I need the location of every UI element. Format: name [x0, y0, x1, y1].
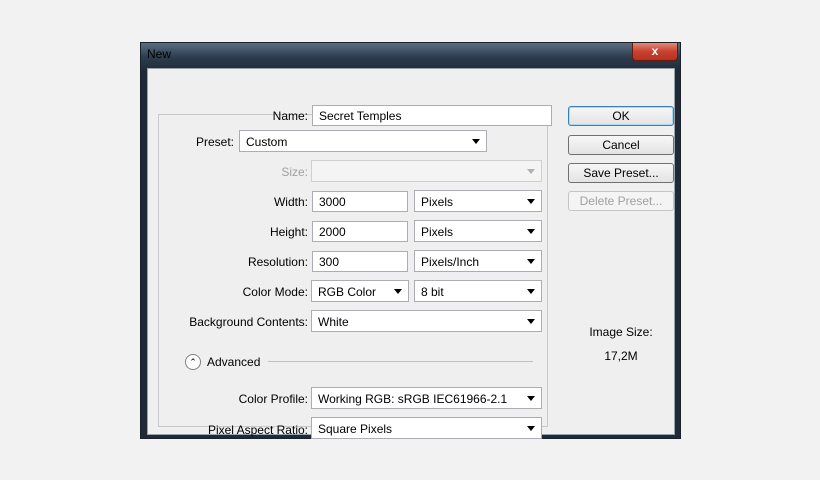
pixel-aspect-dropdown[interactable]: Square Pixels [311, 417, 542, 439]
size-dropdown [311, 160, 542, 182]
color-mode-value: RGB Color [318, 285, 377, 299]
save-preset-button[interactable]: Save Preset... [568, 163, 674, 183]
image-size-label: Image Size: [589, 325, 653, 339]
image-size-value: 17,2M [604, 349, 638, 363]
chevron-down-icon [527, 229, 535, 234]
resolution-unit-value: Pixels/Inch [421, 255, 480, 269]
height-unit-value: Pixels [421, 225, 454, 239]
chevron-down-icon [394, 289, 402, 294]
height-label: Height: [269, 225, 308, 239]
preset-label: Preset: [195, 135, 234, 149]
ok-button[interactable]: OK [568, 106, 674, 126]
color-profile-dropdown[interactable]: Working RGB: sRGB IEC61966-2.1 [311, 387, 542, 409]
advanced-divider [268, 361, 533, 362]
width-unit-value: Pixels [421, 195, 454, 209]
color-mode-dropdown[interactable]: RGB Color [311, 280, 409, 302]
chevron-down-icon [527, 169, 535, 174]
background-contents-value: White [318, 315, 349, 329]
width-unit-dropdown[interactable]: Pixels [414, 190, 542, 212]
name-label: Name: [272, 109, 308, 123]
resolution-label: Resolution: [247, 255, 308, 269]
preset-value: Custom [246, 135, 288, 149]
bit-depth-dropdown[interactable]: 8 bit [414, 280, 542, 302]
resolution-unit-dropdown[interactable]: Pixels/Inch [414, 250, 542, 272]
window-title: New [147, 47, 172, 61]
cancel-button[interactable]: Cancel [568, 135, 674, 155]
advanced-toggle-icon[interactable]: ⌃ [185, 354, 201, 370]
height-unit-dropdown[interactable]: Pixels [414, 220, 542, 242]
pixel-aspect-value: Square Pixels [318, 422, 393, 436]
close-button[interactable]: x [632, 43, 678, 61]
delete-preset-button: Delete Preset... [568, 191, 674, 211]
advanced-label[interactable]: Advanced [207, 355, 267, 369]
bit-depth-value: 8 bit [421, 285, 444, 299]
color-profile-label: Color Profile: [238, 392, 308, 406]
chevron-down-icon [527, 396, 535, 401]
preset-dropdown[interactable]: Custom [239, 130, 487, 152]
dialog-body: Name: Secret Temples Preset: Custom Size… [147, 68, 675, 439]
title-bar: New x [141, 43, 680, 65]
chevron-down-icon [527, 426, 535, 431]
desktop-background: New x Name: Secret Temples Preset: Custo… [0, 0, 820, 480]
background-contents-label: Background Contents: [189, 315, 308, 329]
chevron-down-icon [472, 139, 480, 144]
resolution-input[interactable]: 300 [312, 251, 408, 272]
width-input[interactable]: 3000 [312, 191, 408, 212]
background-contents-dropdown[interactable]: White [311, 310, 542, 332]
chevron-down-icon [527, 319, 535, 324]
height-input[interactable]: 2000 [312, 221, 408, 242]
pixel-aspect-label: Pixel Aspect Ratio: [207, 423, 308, 437]
color-mode-label: Color Mode: [242, 285, 308, 299]
size-label: Size: [281, 165, 308, 179]
chevron-down-icon [527, 259, 535, 264]
width-label: Width: [273, 195, 308, 209]
new-document-dialog: New x Name: Secret Temples Preset: Custo… [140, 42, 681, 439]
chevron-down-icon [527, 199, 535, 204]
chevron-down-icon [527, 289, 535, 294]
name-input[interactable]: Secret Temples [312, 105, 552, 126]
color-profile-value: Working RGB: sRGB IEC61966-2.1 [318, 392, 508, 406]
